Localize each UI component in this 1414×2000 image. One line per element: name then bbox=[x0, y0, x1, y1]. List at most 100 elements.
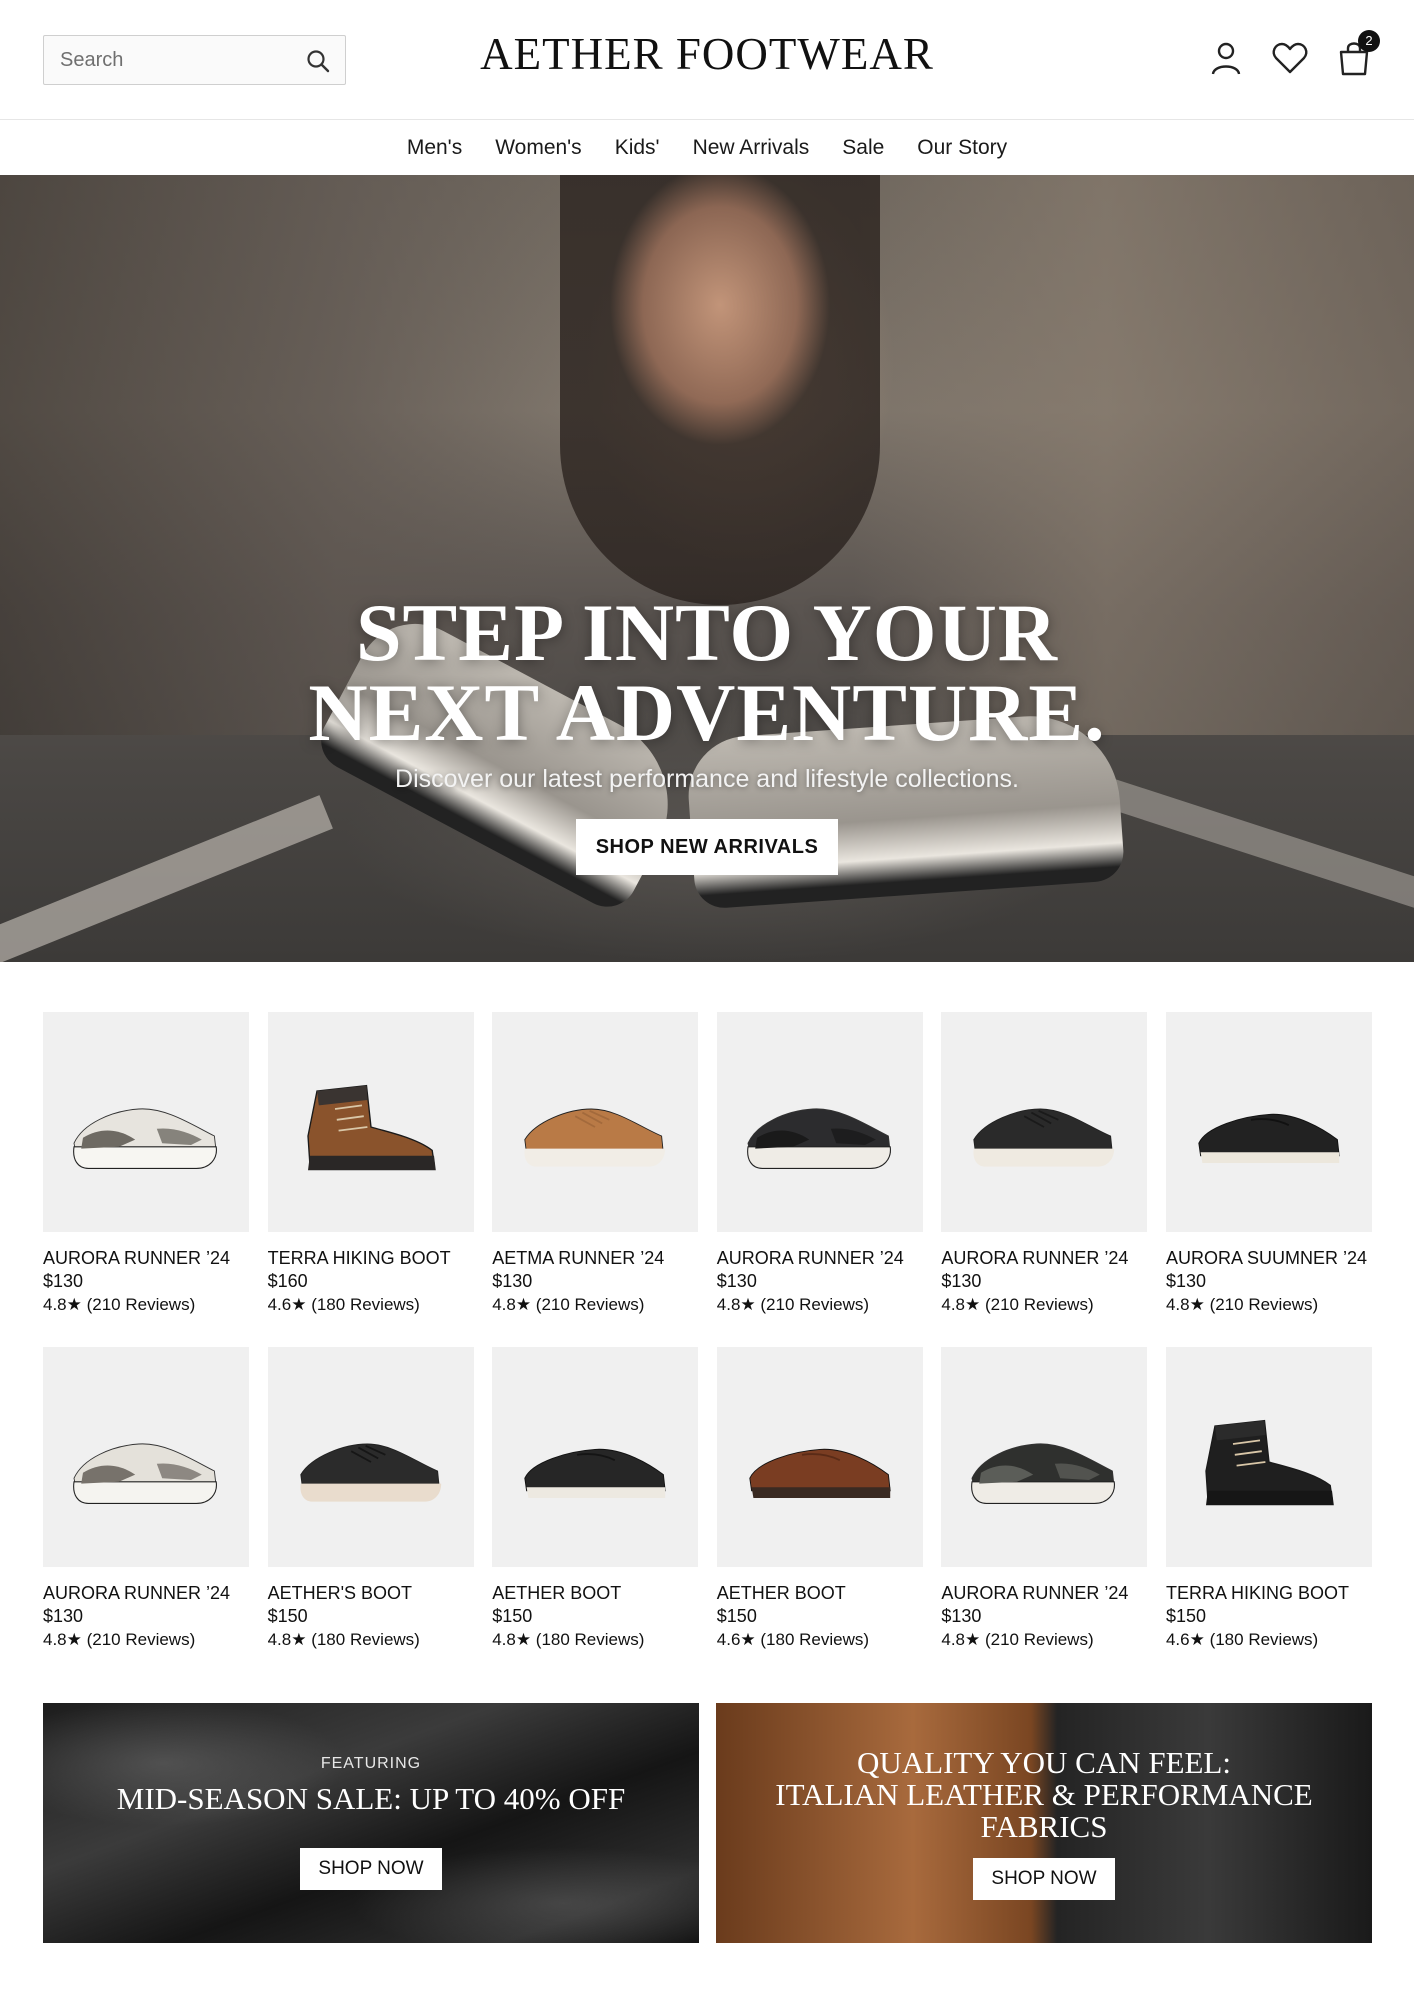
product-card[interactable]: TERRA HIKING BOOT $160 4.6★ (180 Reviews) bbox=[267, 1012, 474, 1317]
product-shoe-image bbox=[749, 1448, 891, 1498]
product-shoe-image bbox=[746, 1108, 891, 1169]
product-price: $130 bbox=[941, 1606, 982, 1626]
product-price: $150 bbox=[1165, 1606, 1207, 1626]
search-icon[interactable] bbox=[305, 48, 331, 74]
promo-title: MID-SEASON SALE: UP TO 40% OFF bbox=[116, 1781, 626, 1816]
product-name[interactable]: AURORA RUNNER ’24 bbox=[941, 1582, 1147, 1604]
account-icon[interactable] bbox=[1206, 38, 1246, 78]
product-name[interactable]: AURORA RUNNER ’24 bbox=[941, 1247, 1147, 1269]
promo-title-line3: FABRICS bbox=[980, 1809, 1108, 1844]
product-image[interactable] bbox=[716, 1347, 923, 1567]
promo-title-line2: ITALIAN LEATHER & PERFORMANCE bbox=[775, 1777, 1313, 1812]
product-image[interactable] bbox=[492, 1347, 699, 1567]
product-rating: 4.8★ (210 Reviews) bbox=[941, 1630, 1094, 1649]
product-name[interactable]: TERRA HIKING BOOT bbox=[268, 1247, 474, 1269]
product-price: $130 bbox=[1165, 1271, 1207, 1291]
product-shoe-image bbox=[73, 1108, 217, 1169]
nav-mens[interactable]: Men's bbox=[407, 136, 462, 160]
product-rating: 4.8★ (180 Reviews) bbox=[267, 1630, 420, 1649]
product-name[interactable]: AURORA SUUMNER ’24 bbox=[1166, 1247, 1372, 1269]
product-price: $150 bbox=[267, 1606, 308, 1626]
product-shoe-image bbox=[524, 1448, 666, 1498]
product-name[interactable]: AETHER BOOT bbox=[717, 1582, 923, 1604]
nav-sale[interactable]: Sale bbox=[842, 136, 884, 160]
product-rating: 4.8★ (210 Reviews) bbox=[1165, 1295, 1319, 1314]
product-rating: 4.6★ (180 Reviews) bbox=[716, 1630, 870, 1649]
product-image[interactable] bbox=[267, 1347, 474, 1567]
product-rating: 4.8★ (180 Reviews) bbox=[492, 1630, 645, 1649]
product-name[interactable]: AETHER'S BOOT bbox=[268, 1582, 474, 1604]
product-price: $130 bbox=[492, 1271, 533, 1291]
promo-kicker: FEATURING bbox=[320, 1755, 422, 1772]
wishlist-heart-icon[interactable] bbox=[1270, 38, 1310, 78]
product-price: $130 bbox=[43, 1271, 84, 1291]
product-grid-row-1: AURORA RUNNER ’24 $130 4.8★ (210 Reviews) T… bbox=[43, 1012, 1372, 1317]
sale-shop-now-button[interactable]: SHOP NOW bbox=[300, 1848, 442, 1890]
hero-headline-line1: STEP INTO YOUR bbox=[355, 587, 1059, 678]
quality-promo-banner[interactable]: QUALITY YOU CAN FEEL: ITALIAN LEATHER & … bbox=[716, 1703, 1372, 1943]
product-card[interactable]: AETHER'S BOOT $150 4.8★ (180 Reviews) bbox=[267, 1347, 474, 1652]
promo-title-line1: QUALITY YOU CAN FEEL: bbox=[857, 1745, 1231, 1780]
promo-title: QUALITY YOU CAN FEEL: ITALIAN LEATHER & … bbox=[716, 1747, 1372, 1843]
product-name[interactable]: TERRA HIKING BOOT bbox=[1166, 1582, 1372, 1604]
product-image[interactable] bbox=[492, 1012, 699, 1232]
product-card[interactable]: AURORA RUNNER ’24 $130 4.8★ (210 Reviews) bbox=[716, 1012, 923, 1317]
product-shoe-image bbox=[524, 1108, 666, 1167]
hero-road-marking bbox=[0, 795, 333, 962]
product-name[interactable]: AURORA RUNNER ’24 bbox=[717, 1247, 923, 1269]
product-card[interactable]: AURORA SUUMNER ’24 $130 4.8★ (210 Reviews) bbox=[1165, 1012, 1372, 1317]
product-card[interactable]: AURORA RUNNER ’24 $130 4.8★ (210 Reviews) bbox=[941, 1012, 1148, 1317]
product-price: $150 bbox=[492, 1606, 533, 1626]
product-card[interactable]: AURORA RUNNER ’24 $130 4.8★ (210 Reviews) bbox=[43, 1347, 249, 1652]
product-name[interactable]: AETMA RUNNER ’24 bbox=[492, 1247, 698, 1269]
product-shoe-image bbox=[299, 1443, 441, 1502]
product-price: $130 bbox=[716, 1271, 757, 1291]
product-price: $130 bbox=[43, 1606, 84, 1626]
nav-our-story[interactable]: Our Story bbox=[917, 136, 1007, 160]
product-image[interactable] bbox=[1165, 1012, 1372, 1232]
product-name[interactable]: AETHER BOOT bbox=[492, 1582, 698, 1604]
nav-new-arrivals[interactable]: New Arrivals bbox=[693, 136, 810, 160]
product-price: $150 bbox=[716, 1606, 757, 1626]
product-rating: 4.8★ (210 Reviews) bbox=[941, 1295, 1094, 1314]
hero-headline: STEP INTO YOUR NEXT ADVENTURE. bbox=[0, 587, 1414, 758]
search-input[interactable] bbox=[44, 36, 294, 84]
product-image[interactable] bbox=[716, 1012, 923, 1232]
nav-womens[interactable]: Women's bbox=[495, 136, 581, 160]
product-card[interactable]: AETHER BOOT $150 4.8★ (180 Reviews) bbox=[492, 1347, 699, 1652]
product-card[interactable]: AETMA RUNNER ’24 $130 4.8★ (210 Reviews) bbox=[492, 1012, 699, 1317]
product-image[interactable] bbox=[941, 1347, 1148, 1567]
hero-model-image bbox=[560, 175, 880, 605]
product-card[interactable]: AURORA RUNNER ’24 $130 4.8★ (210 Reviews) bbox=[43, 1012, 249, 1317]
product-image[interactable] bbox=[941, 1012, 1148, 1232]
product-shoe-image bbox=[1205, 1419, 1334, 1506]
product-card[interactable]: AETHER BOOT $150 4.6★ (180 Reviews) bbox=[716, 1347, 923, 1652]
product-image[interactable] bbox=[43, 1347, 249, 1567]
product-name[interactable]: AURORA RUNNER ’24 bbox=[43, 1247, 249, 1269]
hero-headline-line2: NEXT ADVENTURE. bbox=[308, 667, 1106, 758]
product-card[interactable]: AURORA RUNNER ’24 $130 4.8★ (210 Reviews) bbox=[941, 1347, 1148, 1652]
search-box bbox=[43, 35, 346, 85]
sale-promo-banner[interactable]: FEATURING MID-SEASON SALE: UP TO 40% OFF… bbox=[43, 1703, 699, 1943]
hero-banner: STEP INTO YOUR NEXT ADVENTURE. Discover … bbox=[0, 175, 1414, 962]
quality-shop-now-button[interactable]: SHOP NOW bbox=[973, 1858, 1115, 1900]
product-shoe-image bbox=[1198, 1113, 1340, 1163]
product-image[interactable] bbox=[1165, 1347, 1372, 1567]
cart-count-badge: 2 bbox=[1358, 30, 1380, 52]
header-actions: 2 bbox=[1206, 30, 1380, 82]
product-price: $160 bbox=[267, 1271, 308, 1291]
product-shoe-image bbox=[973, 1108, 1115, 1167]
product-rating: 4.6★ (180 Reviews) bbox=[1165, 1630, 1319, 1649]
product-shoe-image bbox=[306, 1084, 436, 1171]
shop-new-arrivals-button[interactable]: SHOP NEW ARRIVALS bbox=[576, 819, 838, 875]
shopping-bag-icon[interactable]: 2 bbox=[1334, 30, 1380, 78]
nav-kids[interactable]: Kids' bbox=[615, 136, 660, 160]
product-rating: 4.8★ (210 Reviews) bbox=[492, 1295, 645, 1314]
product-card[interactable]: TERRA HIKING BOOT $150 4.6★ (180 Reviews) bbox=[1165, 1347, 1372, 1652]
hero-subtitle: Discover our latest performance and life… bbox=[395, 765, 1019, 793]
product-name[interactable]: AURORA RUNNER ’24 bbox=[43, 1582, 249, 1604]
product-image[interactable] bbox=[267, 1012, 474, 1232]
product-shoe-image bbox=[971, 1443, 1116, 1504]
product-rating: 4.8★ (210 Reviews) bbox=[43, 1630, 196, 1649]
product-image[interactable] bbox=[43, 1012, 249, 1232]
